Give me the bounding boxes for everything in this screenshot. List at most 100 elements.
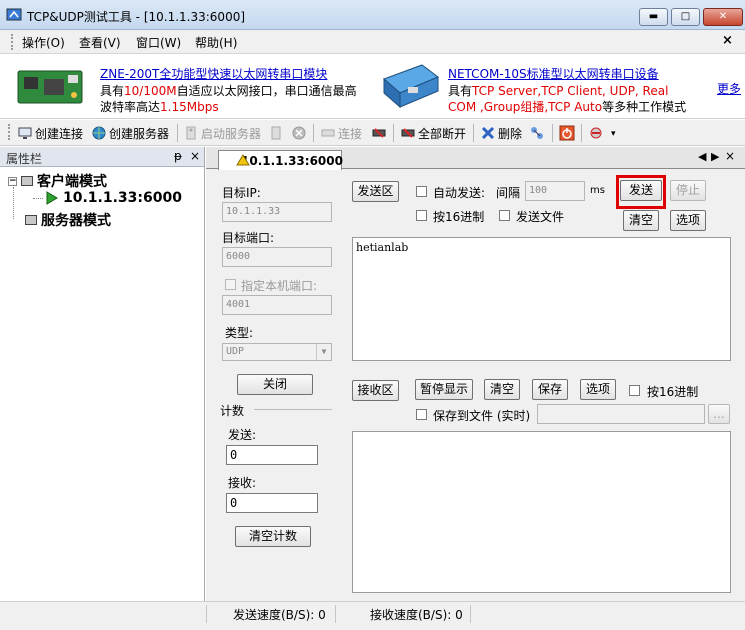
type-select[interactable]: UDP ▼ [222, 343, 332, 361]
menu-window[interactable]: 窗口(W) [136, 34, 181, 51]
received-count-label: 接收: [228, 476, 257, 490]
send-options-button[interactable]: 选项 [670, 210, 706, 231]
zne-module-image[interactable] [14, 61, 90, 113]
target-ip-label: 目标IP: [222, 186, 261, 200]
window-title: TCP&UDP测试工具 - [10.1.1.33:6000] [27, 10, 246, 24]
receive-textarea[interactable] [352, 431, 731, 593]
zne-ad-link[interactable]: ZNE-200T全功能型快速以太网转串口模块 [100, 65, 327, 82]
menu-grip [11, 34, 14, 50]
send-hex-label: 按16进制 [433, 210, 485, 224]
disconnect-icon[interactable] [371, 125, 387, 141]
target-port-field[interactable]: 6000 [222, 247, 332, 267]
local-port-field[interactable]: 4001 [222, 295, 332, 315]
tab-next-icon[interactable]: ▶ [711, 150, 719, 163]
status-bar: 发送速度(B/S): 0 接收速度(B/S): 0 [0, 601, 745, 630]
tree-item-connection[interactable]: 10.1.1.33:6000 [46, 190, 182, 206]
auto-send-checkbox[interactable] [416, 186, 427, 197]
save-button[interactable]: 保存 [532, 379, 568, 400]
connect-button[interactable]: 连接 [320, 124, 362, 142]
receive-area-button[interactable]: 接收区 [352, 380, 399, 401]
send-textarea[interactable]: hetianlab [352, 237, 731, 361]
network-icon[interactable] [529, 125, 545, 141]
main-area: 10.1.1.33:6000 ◀ ▶ × 目标IP: 10.1.1.33 目标端… [206, 147, 745, 601]
stop-button[interactable]: 停止 [670, 180, 706, 201]
menu-close-icon[interactable]: × [722, 33, 733, 48]
create-server-button[interactable]: 创建服务器 [91, 124, 169, 142]
toolbar-grip [8, 124, 11, 140]
title-bar: TCP&UDP测试工具 - [10.1.1.33:6000] ▬ □ ✕ [0, 0, 745, 30]
browse-button[interactable]: ... [708, 404, 730, 424]
delete-button[interactable]: 删除 [480, 124, 522, 142]
sidebar-title: 属性栏 [6, 152, 43, 166]
send-clear-button[interactable]: 清空 [623, 210, 659, 231]
delete-x-icon [481, 126, 495, 140]
collapse-icon[interactable]: − [8, 176, 17, 186]
cancel-circle-icon[interactable] [291, 125, 307, 141]
pin-icon[interactable]: ᵽ [174, 149, 182, 163]
send-button[interactable]: 发送 [620, 180, 662, 201]
close-connection-button[interactable]: 关闭 [237, 374, 313, 395]
local-port-checkbox[interactable] [225, 279, 236, 290]
netcom-ad-link[interactable]: NETCOM-10S标准型以太网转串口设备 [448, 65, 659, 82]
tab-strip: 10.1.1.33:6000 ◀ ▶ × [206, 147, 745, 170]
save-to-file-label: 保存到文件 (实时) [433, 409, 531, 423]
connection-icon [18, 127, 32, 139]
stop-server-icon[interactable] [268, 125, 284, 141]
netcom-device-image[interactable] [378, 59, 444, 115]
receive-options-button[interactable]: 选项 [580, 379, 616, 400]
connection-tab-icon [236, 154, 250, 166]
toolbar: 创建连接 创建服务器 启动服务器 连接 全部断开 删除 ▾ [0, 120, 745, 146]
connect-icon [321, 129, 335, 137]
zne-ad-line2: 具有10/100M自适应以太网接口，串口通信最高 [100, 84, 357, 98]
create-connection-button[interactable]: 创建连接 [17, 124, 83, 142]
save-to-file-checkbox[interactable] [416, 409, 427, 420]
tree-server-mode[interactable]: 服务器模式 [25, 210, 111, 230]
type-label: 类型: [225, 326, 254, 340]
target-ip-field[interactable]: 10.1.1.33 [222, 202, 332, 222]
interval-field[interactable]: 100 [525, 181, 585, 201]
menu-operate[interactable]: 操作(O) [22, 34, 65, 51]
settings-tool-icon[interactable] [588, 125, 604, 141]
netcom-ad-line2: 具有TCP Server,TCP Client, UDP, Real [448, 84, 669, 98]
send-file-label: 发送文件 [516, 210, 565, 224]
ad-banner: ZNE-200T全功能型快速以太网转串口模块 具有10/100M自适应以太网接口… [0, 55, 745, 119]
menu-view[interactable]: 查看(V) [79, 34, 121, 51]
sent-count-field[interactable]: 0 [226, 445, 318, 465]
local-port-label: 指定本机端口: [241, 279, 318, 293]
minimize-button[interactable]: ▬ [639, 8, 668, 26]
sent-count-label: 发送: [228, 428, 257, 442]
start-server-icon [186, 126, 196, 140]
interval-label: 间隔 [496, 186, 521, 200]
receive-hex-label: 按16进制 [647, 385, 699, 399]
more-link[interactable]: 更多 [717, 80, 741, 97]
globe-server-icon [92, 126, 106, 140]
receive-clear-button[interactable]: 清空 [484, 379, 520, 400]
tab-close-icon[interactable]: × [725, 149, 735, 163]
receive-hex-checkbox[interactable] [629, 385, 640, 396]
send-area-button[interactable]: 发送区 [352, 181, 399, 202]
start-server-button[interactable]: 启动服务器 [183, 124, 261, 142]
receive-speed-status: 接收速度(B/S): 0 [370, 608, 463, 622]
send-hex-checkbox[interactable] [416, 210, 427, 221]
toolbar-overflow-icon[interactable]: ▾ [611, 129, 616, 139]
menu-help[interactable]: 帮助(H) [195, 34, 237, 51]
computer-icon [25, 215, 37, 225]
disconnect-all-button[interactable]: 全部断开 [400, 124, 466, 142]
tree-client-mode[interactable]: − 客户端模式 [8, 171, 107, 191]
pause-display-button[interactable]: 暂停显示 [415, 379, 473, 400]
sidebar-close-icon[interactable]: × [190, 149, 200, 163]
chevron-down-icon: ▼ [316, 344, 331, 360]
netcom-ad-line3: COM ,Group组播,TCP Auto等多种工作模式 [448, 100, 687, 114]
received-count-field[interactable]: 0 [226, 493, 318, 513]
clear-count-button[interactable]: 清空计数 [235, 526, 311, 547]
sidebar-header: 属性栏 ᵽ × [0, 147, 204, 167]
tab-prev-icon[interactable]: ◀ [698, 150, 706, 163]
menu-bar: 操作(O) 查看(V) 窗口(W) 帮助(H) × [0, 30, 745, 54]
power-icon[interactable] [559, 125, 575, 141]
auto-send-label: 自动发送: [433, 186, 486, 200]
save-path-field[interactable] [537, 404, 705, 424]
property-sidebar: 属性栏 ᵽ × − 客户端模式 10.1.1.33:6000 服务器模式 [0, 147, 205, 601]
send-file-checkbox[interactable] [499, 210, 510, 221]
maximize-button[interactable]: □ [671, 8, 700, 26]
close-window-button[interactable]: ✕ [703, 8, 743, 26]
